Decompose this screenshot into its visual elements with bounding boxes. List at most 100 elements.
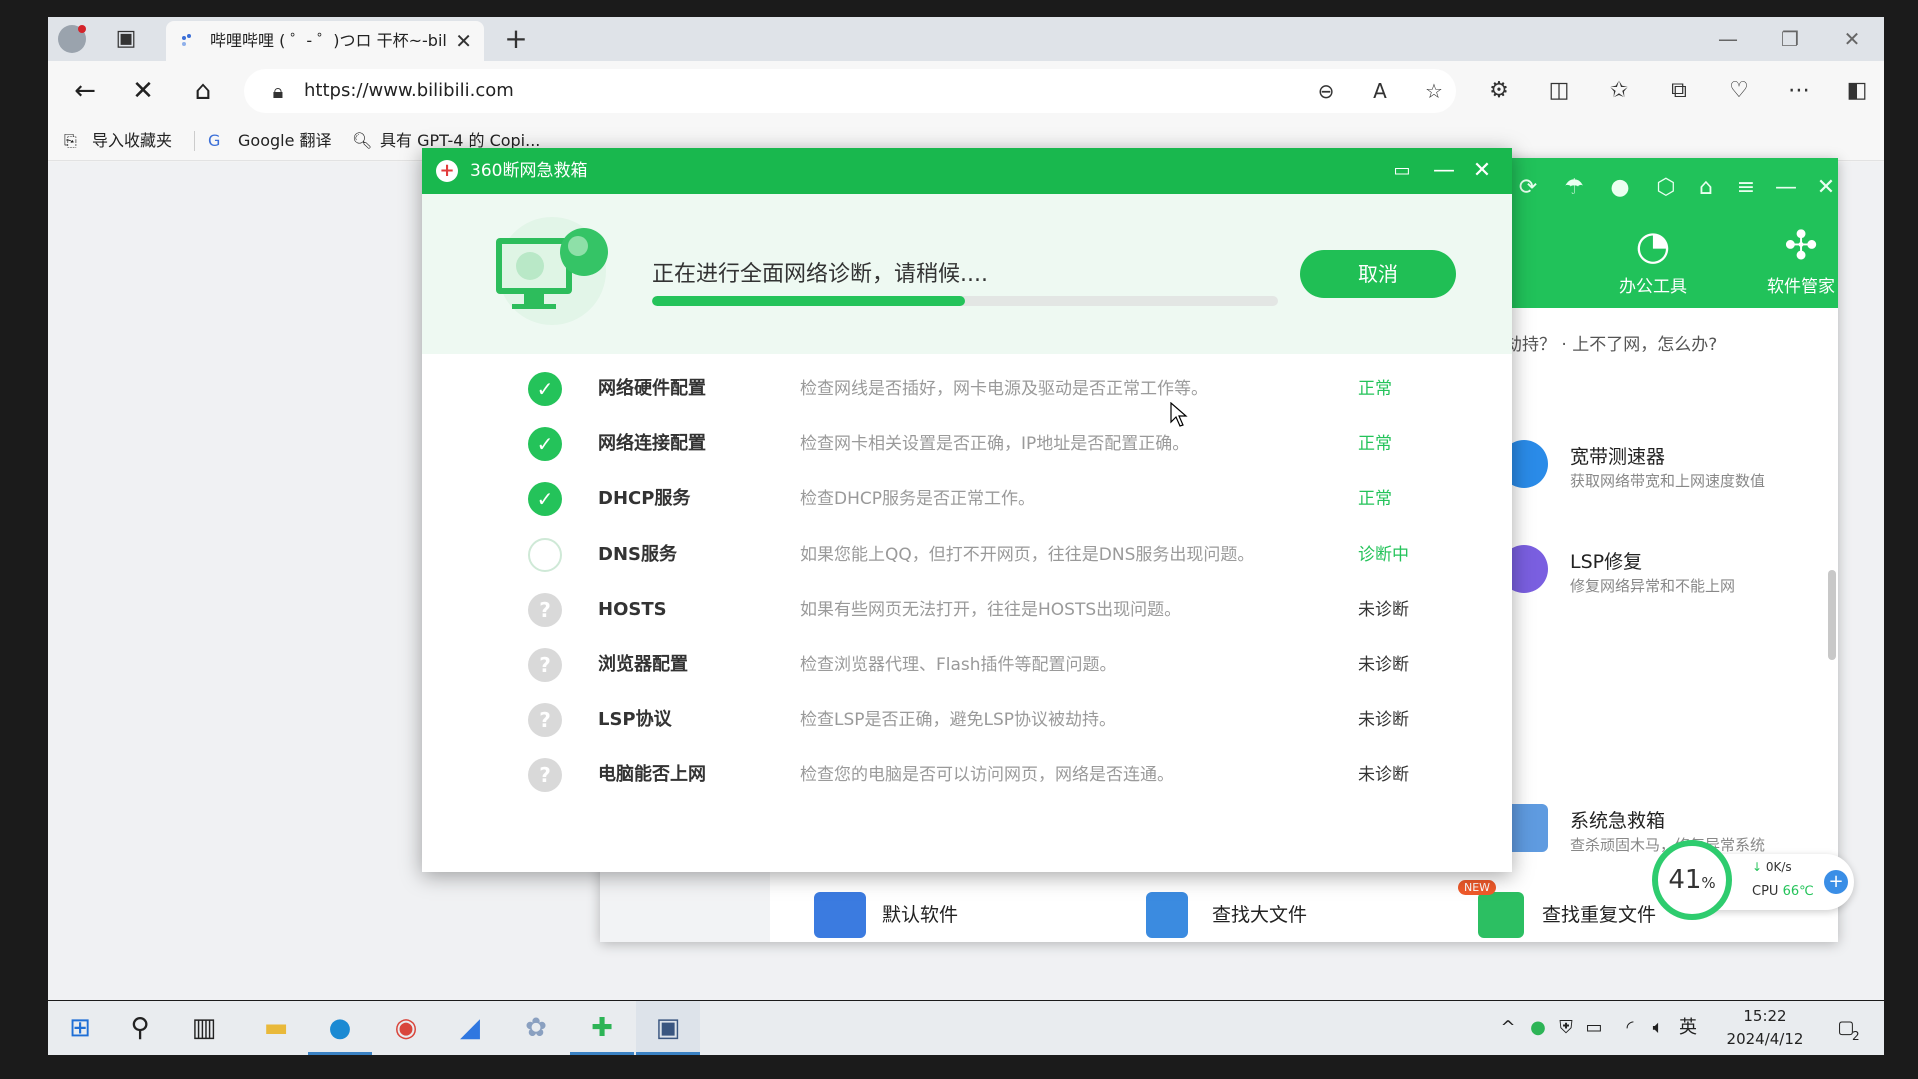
question-icon: ? [528,703,562,737]
question-icon: ? [528,593,562,627]
system-clock[interactable]: 15:22 2024/4/12 [1720,1005,1810,1051]
minimize-button[interactable]: — [1698,17,1758,61]
app-minimize-icon[interactable]: — [1766,168,1806,208]
feature-lsp-repair[interactable]: LSP修复 修复网络异常和不能上网 [1500,545,1760,605]
tray-battery-icon[interactable]: ▭ [1582,1001,1606,1055]
diagnosis-row: ? HOSTS 如果有些网页无法打开，往往是HOSTS出现问题。 未诊断 [422,579,1512,634]
diagnosis-item-description: 检查网线是否插好，网卡电源及驱动是否正常工作等。 [800,379,1208,399]
performance-icon[interactable]: ♡ [1712,61,1766,121]
fav-import[interactable]: 导入收藏夹 [92,121,172,161]
security-guard-taskbar-icon[interactable]: ✚ [570,1001,634,1055]
search-icon: 🔍︎ [352,131,373,150]
cancel-button[interactable]: 取消 [1300,250,1456,298]
tool-office[interactable]: ◔ 办公工具 [1588,218,1718,300]
favorite-star-icon[interactable]: ☆ [1414,69,1454,113]
home-icon[interactable]: ⌂ [180,61,226,121]
monitor-globe-icon [496,217,608,325]
clock-time: 15:22 [1743,1007,1787,1025]
notification-center-icon[interactable]: ▢ [1826,1001,1866,1055]
question-icon: ? [528,648,562,682]
address-bar[interactable]: 🔒︎ https://www.bilibili.com ⊖ A ☆ [244,69,1456,113]
network-speed: ↓ 0K/s [1752,860,1792,874]
chrome-icon[interactable]: ◉ [374,1001,438,1055]
read-aloud-icon[interactable]: A [1360,69,1400,113]
diagnosis-item-name: DHCP服务 [598,488,691,509]
close-window-button[interactable]: ✕ [1822,17,1882,61]
check-icon: ✓ [528,482,562,516]
diagnosis-list: ✓ 网络硬件配置 检查网线是否插好，网卡电源及驱动是否正常工作等。 正常 ✓ 网络连接配置… [422,354,1512,872]
check-icon: ✓ [528,372,562,406]
network-speed-value: 0K/s [1765,860,1792,874]
diagnosis-progress-fill [652,296,965,306]
tab-close-icon[interactable]: ✕ [455,21,472,61]
diagnosis-item-name: 网络硬件配置 [598,378,706,399]
ime-indicator[interactable]: 英 [1676,1001,1700,1055]
app-close-icon[interactable]: ✕ [1806,168,1846,208]
feature-title: LSP修复 [1570,551,1643,573]
diagnosis-row: ? 电脑能否上网 检查您的电脑是否可以访问网页，网络是否连通。 未诊断 [422,744,1512,799]
feishu-icon[interactable]: ◢ [438,1001,502,1055]
tray-volume-icon[interactable]: 🔈︎ [1646,1001,1670,1055]
app-scrollbar[interactable] [1828,570,1836,660]
dialog-minimize-icon[interactable]: — [1424,148,1464,194]
menu-icon[interactable]: ≡ [1726,168,1766,208]
url-text[interactable]: https://www.bilibili.com [304,69,514,113]
tab-bilibili[interactable]: 哔哩哔哩 ( ゜- ゜)つロ 干杯~-bilibili ✕ [166,21,484,61]
taskbar-search-icon[interactable]: ⚲ [108,1001,172,1055]
speed-ball-plus-icon[interactable]: + [1824,870,1848,894]
collections-icon[interactable]: ⧉ [1652,61,1706,121]
memory-percent: 41 [1668,865,1702,895]
diagnosis-row: DNS服务 如果您能上QQ，但打不开网页，往往是DNS服务出现问题。 诊断中 [422,524,1512,579]
tab-actions-icon[interactable]: ▣ [104,17,148,61]
umbrella-icon[interactable]: ☂ [1554,168,1594,208]
diagnosis-row: ✓ 网络硬件配置 检查网线是否插好，网卡电源及驱动是否正常工作等。 正常 [422,358,1512,413]
tab-title: 哔哩哔哩 ( ゜- ゜)つロ 干杯~-bilibili [210,31,446,50]
find-duplicate-files-link[interactable]: 查找重复文件 [1542,900,1656,927]
fav-google-translate[interactable]: Google 翻译 [238,121,332,161]
feature-subtitle: 修复网络异常和不能上网 [1570,577,1736,595]
dialog-close-icon[interactable]: ✕ [1462,148,1502,194]
diagnosis-item-description: 检查LSP是否正确，避免LSP协议被劫持。 [800,710,1117,730]
restore-button[interactable]: ❐ [1760,17,1820,61]
back-icon[interactable]: ← [62,61,108,121]
tray-wifi-icon[interactable]: ◜ [1618,1001,1642,1055]
diagnosis-item-result: 未诊断 [1358,710,1409,730]
mouse-cursor-icon [1170,402,1188,427]
more-menu-icon[interactable]: ⋯ [1772,61,1826,121]
diagnosis-row: ✓ DHCP服务 检查DHCP服务是否正常工作。 正常 [422,468,1512,523]
extensions-icon[interactable]: ⚙ [1472,61,1526,121]
tool-office-label: 办公工具 [1619,277,1687,297]
feature-speed-test[interactable]: 宽带测速器 获取网络带宽和上网速度数值 [1500,440,1765,500]
new-tab-button[interactable]: + [494,17,538,61]
find-large-files-link[interactable]: 查找大文件 [1212,900,1307,927]
split-screen-icon[interactable]: ◫ [1532,61,1586,121]
tool-software-manager[interactable]: ✣ 软件管家 [1736,218,1866,300]
tray-360-icon[interactable]: ● [1526,1001,1550,1055]
user-icon[interactable]: ● [1600,168,1640,208]
help-tip-link[interactable]: 劫持？ · 上不了网，怎么办? [1505,330,1717,355]
settings-gear-app-icon[interactable]: ✿ [504,1001,568,1055]
default-software-link[interactable]: 默认软件 [882,900,958,927]
stop-loading-icon[interactable]: ✕ [120,61,166,121]
skin-icon[interactable]: ⌂ [1686,168,1726,208]
dialog-title: 360断网急救箱 [470,161,588,181]
clock-date: 2024/4/12 [1726,1030,1804,1048]
settings-hex-icon[interactable]: ⬡ [1646,168,1686,208]
edge-browser-icon[interactable]: ● [308,1001,372,1055]
task-view-icon[interactable]: ▥ [172,1001,236,1055]
zoom-icon[interactable]: ⊖ [1306,69,1346,113]
feature-title: 宽带测速器 [1570,446,1666,468]
tray-overflow-icon[interactable]: ^ [1496,1001,1520,1055]
feedback-icon[interactable]: ▭ [1382,148,1422,194]
file-explorer-icon[interactable]: ▬ [244,1001,308,1055]
speed-ball-widget[interactable]: 41% ↓ 0K/s CPU 66℃ + [1652,840,1854,920]
diagnosis-item-name: 浏览器配置 [598,654,688,675]
accelerator-icon[interactable]: ⟳ [1508,168,1548,208]
sidebar-toggle-icon[interactable]: ◧ [1830,61,1884,121]
tray-shield-icon[interactable]: ⛨ [1554,1001,1578,1055]
memory-usage-ring[interactable]: 41% [1652,840,1732,920]
lock-icon[interactable]: 🔒︎ [258,69,298,113]
start-windows-icon[interactable]: ⊞ [48,1001,112,1055]
network-repair-taskbar-icon[interactable]: ▣ [636,1001,700,1055]
favorites-icon[interactable]: ✩ [1592,61,1646,121]
